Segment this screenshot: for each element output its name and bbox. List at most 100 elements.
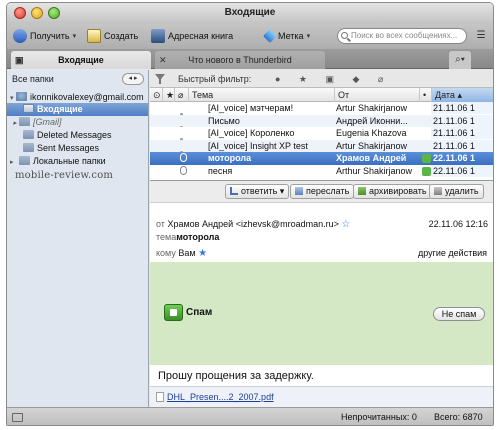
star-column-icon[interactable]: ★ xyxy=(162,88,174,102)
message-date: 21.11.06 1 xyxy=(431,102,493,114)
archive-button[interactable]: архивировать xyxy=(353,184,432,199)
junk-icon[interactable] xyxy=(422,154,431,163)
from-label: от xyxy=(156,219,165,229)
sidebar-item-local-folders[interactable]: ▸ Локальные папки xyxy=(7,155,148,168)
not-spam-button[interactable]: Не спам xyxy=(433,307,485,321)
close-window-button[interactable] xyxy=(14,7,26,19)
tag-icon xyxy=(262,28,278,44)
main-toolbar: Получить ▾ Создать Адресная книга Метка … xyxy=(7,23,493,49)
column-header-from[interactable]: От xyxy=(334,88,419,102)
tag-button[interactable]: Метка ▾ xyxy=(262,28,311,44)
reply-button[interactable]: ответить ▾ xyxy=(225,184,290,199)
sidebar-item-sent-messages[interactable]: Sent Messages xyxy=(7,142,148,155)
folder-view-switcher[interactable]: ◂ ▸ xyxy=(122,73,144,85)
message-date: 22.11.06 12:16 xyxy=(428,219,488,229)
message-subject: [AI_voice] Короленко xyxy=(208,128,295,138)
attachment-link[interactable]: DHL_Presen....2_2007.pdf xyxy=(156,392,274,402)
folder-icon xyxy=(19,117,30,126)
sidebar-item-gmail[interactable]: ▸ [Gmail] xyxy=(7,116,148,129)
tag-label: Метка xyxy=(278,31,304,41)
reply-label: ответить xyxy=(241,186,278,196)
table-row[interactable]: [AI_voice] Insight XP test Artur Shakirj… xyxy=(150,139,493,152)
to-value[interactable]: Вам xyxy=(178,248,195,258)
message-body: Прошу прощения за задержку. xyxy=(158,370,314,382)
sidebar-item-label: [Gmail] xyxy=(33,117,62,127)
disclosure-triangle-icon[interactable]: ▸ xyxy=(10,156,19,169)
pdf-icon xyxy=(156,392,164,402)
thread-pane: Быстрый фильтр: ● ★ ▣ ◆ ⌀ ⊙ ★ ⌀ Тема От … xyxy=(150,70,493,408)
search-icon xyxy=(341,32,348,39)
table-row[interactable]: [AI_voice] мэтчерам! Artur Shakirjanow 2… xyxy=(150,102,493,115)
forward-button[interactable]: переслать xyxy=(290,184,355,199)
tab-bar: ▣ Входящие ✕ Что нового в Thunderbird ⌕▾ xyxy=(7,49,493,69)
write-label: Создать xyxy=(104,31,139,41)
message-from: Eugenia Khazova xyxy=(336,128,407,138)
status-bar: Непрочитанных: 0 Всего: 6870 xyxy=(7,407,493,425)
star-icon[interactable]: ★ xyxy=(198,248,207,259)
other-actions-button[interactable]: другие действия xyxy=(418,248,487,258)
folder-pane-title: Все папки xyxy=(12,74,54,84)
delete-button[interactable]: удалить xyxy=(429,184,484,199)
filter-icon[interactable] xyxy=(155,74,165,84)
sidebar-item-label: Входящие xyxy=(37,104,83,114)
address-book-icon xyxy=(151,29,165,43)
trash-icon xyxy=(434,187,442,195)
column-header-subject[interactable]: Тема xyxy=(188,88,334,102)
folder-pane-header: Все папки ◂ ▸ xyxy=(7,70,148,88)
write-button[interactable]: Создать xyxy=(87,28,138,44)
archive-label: архивировать xyxy=(369,186,427,196)
spam-label: Спам xyxy=(186,307,213,318)
folder-icon xyxy=(23,130,34,139)
folder-tab-icon: ▣ xyxy=(15,55,24,65)
tab-search-button[interactable]: ⌕▾ xyxy=(449,51,471,69)
sidebar-item-label: Локальные папки xyxy=(33,156,106,166)
message-from: Artur Shakirjanow xyxy=(336,140,408,151)
to-label: кому xyxy=(156,248,176,258)
mail-window: Входящие Получить ▾ Создать Адресная кни… xyxy=(6,2,494,426)
table-row[interactable]: песня Arthur Shakirjanow 22.11.06 1 xyxy=(150,164,493,178)
table-row[interactable]: Письмо Андрей Иконни... 21.11.06 1 xyxy=(150,114,493,127)
message-from-row: от Храмов Андрей <izhevsk@mroadman.ru> ☆ xyxy=(150,219,350,230)
chevron-down-icon[interactable]: ▾ xyxy=(307,32,311,40)
tab-inbox[interactable]: ▣ Входящие xyxy=(11,51,151,69)
column-header-date[interactable]: Дата ▴ xyxy=(431,88,493,102)
sidebar-item-label: Sent Messages xyxy=(37,143,100,153)
message-to-row: кому Вам ★ xyxy=(150,248,207,259)
from-value[interactable]: Храмов Андрей <izhevsk@mroadman.ru> xyxy=(167,219,338,229)
address-book-label: Адресная книга xyxy=(168,31,234,41)
local-folders-icon xyxy=(19,156,30,165)
message-pane: ответить ▾ переслать архивировать удалит… xyxy=(150,180,493,408)
activity-icon[interactable] xyxy=(12,413,23,422)
sidebar-item-deleted-messages[interactable]: Deleted Messages xyxy=(7,129,148,142)
chevron-down-icon[interactable]: ▾ xyxy=(73,32,77,40)
table-row[interactable]: [AI_voice] Короленко Eugenia Khazova 21.… xyxy=(150,127,493,140)
quick-filter-bar: Быстрый фильтр: ● ★ ▣ ◆ ⌀ xyxy=(150,70,493,88)
menu-icon[interactable]: ☰ xyxy=(473,28,489,44)
search-input[interactable]: Поиск во всех сообщениях... xyxy=(337,28,467,44)
zoom-window-button[interactable] xyxy=(48,7,60,19)
archive-icon xyxy=(358,187,366,195)
tab-whats-new[interactable]: ✕ Что нового в Thunderbird xyxy=(155,51,325,69)
message-from: Arthur Shakirjanow xyxy=(336,165,413,176)
message-subject: песня xyxy=(208,165,233,176)
close-icon[interactable]: ✕ xyxy=(159,51,167,69)
message-action-bar: ответить ▾ переслать архивировать удалит… xyxy=(150,181,493,203)
folder-icon xyxy=(23,143,34,152)
quick-filter-buttons[interactable]: ● ★ ▣ ◆ ⌀ xyxy=(275,70,391,88)
message-from: Андрей Иконни... xyxy=(336,115,408,126)
junk-icon[interactable] xyxy=(422,166,431,176)
account-label: ikonnikovalexey@gmail.com xyxy=(30,92,144,102)
star-icon[interactable]: ☆ xyxy=(341,219,350,230)
address-book-button[interactable]: Адресная книга xyxy=(151,28,233,44)
forward-label: переслать xyxy=(306,186,350,196)
sidebar-item-inbox[interactable]: Входящие xyxy=(7,103,148,116)
table-row-selected[interactable]: моторола Храмов Андрей 22.11.06 1 xyxy=(150,152,493,165)
get-mail-button[interactable]: Получить ▾ xyxy=(13,28,76,44)
junk-column-icon[interactable]: • xyxy=(419,88,431,102)
minimize-window-button[interactable] xyxy=(31,7,43,19)
subject-value: моторола xyxy=(176,232,220,242)
thread-column-icon[interactable]: ⊙ xyxy=(150,88,162,102)
message-date: 21.11.06 1 xyxy=(431,139,493,152)
get-mail-icon xyxy=(13,29,27,43)
attachment-column-icon[interactable]: ⌀ xyxy=(174,88,188,102)
